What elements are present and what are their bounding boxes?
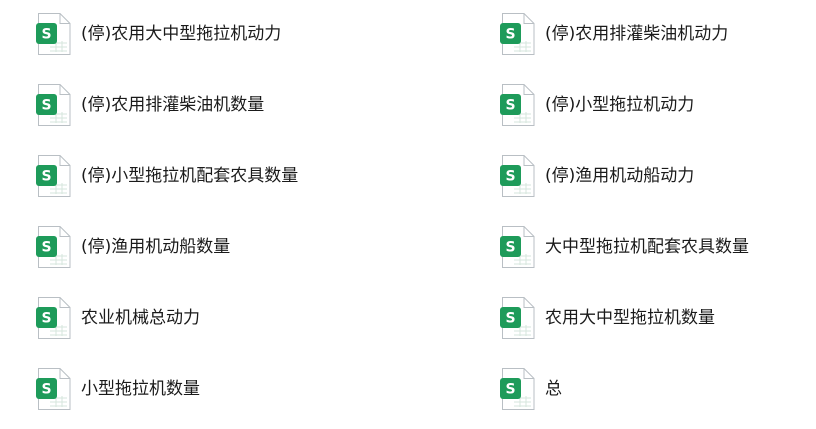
badge-letter: S bbox=[505, 169, 515, 185]
badge-letter: S bbox=[41, 382, 51, 398]
spreadsheet-file-icon: S bbox=[36, 83, 72, 127]
file-item[interactable]: S (停)渔用机动船动力 bbox=[500, 154, 694, 198]
spreadsheet-file-svg: S bbox=[500, 155, 535, 197]
spreadsheet-file-icon: S bbox=[36, 154, 72, 198]
spreadsheet-file-svg: S bbox=[36, 297, 71, 339]
spreadsheet-file-svg: S bbox=[500, 297, 535, 339]
spreadsheet-file-svg: S bbox=[36, 226, 71, 268]
badge-letter: S bbox=[41, 311, 51, 327]
spreadsheet-file-svg: S bbox=[36, 84, 71, 126]
file-grid: S (停)农用大中型拖拉机动力 S (停)农用排灌柴油机动力 S (停)农用排灌… bbox=[0, 0, 816, 429]
badge-letter: S bbox=[505, 98, 515, 114]
badge-letter: S bbox=[505, 382, 515, 398]
spreadsheet-file-icon: S bbox=[36, 12, 72, 56]
file-name: (停)渔用机动船数量 bbox=[81, 237, 231, 257]
file-item[interactable]: S 总 bbox=[500, 367, 562, 411]
spreadsheet-file-icon: S bbox=[36, 296, 72, 340]
spreadsheet-file-svg: S bbox=[500, 368, 535, 410]
file-item[interactable]: S (停)农用排灌柴油机数量 bbox=[36, 83, 264, 127]
badge-letter: S bbox=[41, 27, 51, 43]
file-item[interactable]: S (停)农用排灌柴油机动力 bbox=[500, 12, 728, 56]
spreadsheet-file-svg: S bbox=[36, 155, 71, 197]
file-item[interactable]: S 小型拖拉机数量 bbox=[36, 367, 200, 411]
spreadsheet-file-icon: S bbox=[36, 225, 72, 269]
file-item[interactable]: S (停)小型拖拉机配套农具数量 bbox=[36, 154, 298, 198]
file-item[interactable]: S (停)渔用机动船数量 bbox=[36, 225, 230, 269]
file-name: (停)农用排灌柴油机数量 bbox=[81, 95, 265, 115]
file-name: (停)农用大中型拖拉机动力 bbox=[81, 24, 282, 44]
file-name: 农业机械总动力 bbox=[81, 308, 200, 328]
file-item[interactable]: S 农用大中型拖拉机数量 bbox=[500, 296, 715, 340]
spreadsheet-file-icon: S bbox=[500, 225, 536, 269]
spreadsheet-file-icon: S bbox=[500, 367, 536, 411]
badge-letter: S bbox=[41, 240, 51, 256]
badge-letter: S bbox=[505, 240, 515, 256]
spreadsheet-file-svg: S bbox=[500, 84, 535, 126]
spreadsheet-file-icon: S bbox=[500, 12, 536, 56]
file-item[interactable]: S (停)农用大中型拖拉机动力 bbox=[36, 12, 281, 56]
badge-letter: S bbox=[41, 169, 51, 185]
spreadsheet-file-icon: S bbox=[500, 154, 536, 198]
file-name: 总 bbox=[545, 379, 562, 399]
spreadsheet-file-icon: S bbox=[500, 83, 536, 127]
spreadsheet-file-svg: S bbox=[36, 368, 71, 410]
file-name: 小型拖拉机数量 bbox=[81, 379, 200, 399]
file-name: (停)渔用机动船动力 bbox=[545, 166, 695, 186]
spreadsheet-file-svg: S bbox=[500, 13, 535, 55]
spreadsheet-file-icon: S bbox=[36, 367, 72, 411]
spreadsheet-file-icon: S bbox=[500, 296, 536, 340]
file-name: (停)农用排灌柴油机动力 bbox=[545, 24, 729, 44]
badge-letter: S bbox=[41, 98, 51, 114]
file-item[interactable]: S 农业机械总动力 bbox=[36, 296, 200, 340]
file-name: (停)小型拖拉机动力 bbox=[545, 95, 695, 115]
file-name: 农用大中型拖拉机数量 bbox=[545, 308, 715, 328]
file-item[interactable]: S (停)小型拖拉机动力 bbox=[500, 83, 694, 127]
file-name: (停)小型拖拉机配套农具数量 bbox=[81, 166, 299, 186]
file-item[interactable]: S 大中型拖拉机配套农具数量 bbox=[500, 225, 749, 269]
file-name: 大中型拖拉机配套农具数量 bbox=[545, 237, 749, 257]
badge-letter: S bbox=[505, 27, 515, 43]
badge-letter: S bbox=[505, 311, 515, 327]
spreadsheet-file-svg: S bbox=[500, 226, 535, 268]
spreadsheet-file-svg: S bbox=[36, 13, 71, 55]
